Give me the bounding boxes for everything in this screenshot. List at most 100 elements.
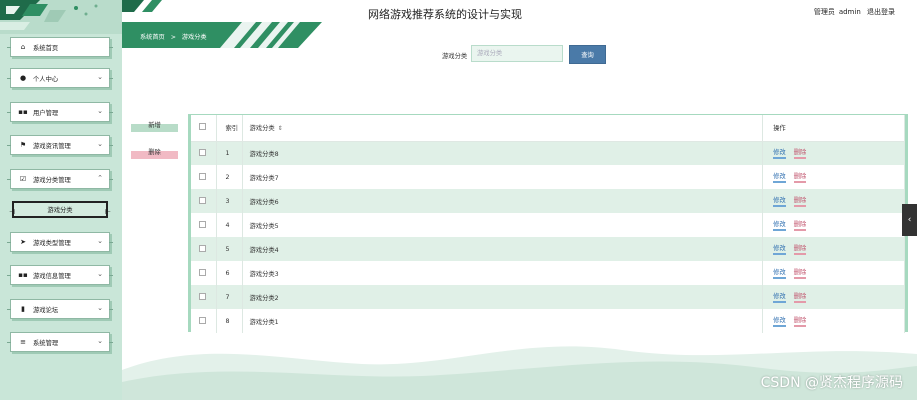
sidebar-item[interactable]: ⌂ 系统首页 [7, 37, 113, 57]
grid-icon: ▪▪ [18, 108, 28, 116]
row-operations: 修改 删除 [762, 285, 905, 309]
breadcrumb-separator: > [170, 34, 176, 41]
logout-link[interactable]: 退出登录 [867, 8, 895, 16]
delete-link[interactable]: 删除 [793, 147, 807, 160]
select-all-checkbox[interactable] [199, 123, 206, 131]
batch-delete-button-label: 删除 [148, 149, 161, 156]
sidebar-item[interactable]: ▮ 游戏论坛 ⌄ [7, 299, 113, 319]
edit-link[interactable]: 修改 [773, 147, 786, 160]
sidebar-item-decoration [7, 242, 11, 243]
delete-link[interactable]: 删除 [793, 243, 807, 255]
edit-link[interactable]: 修改 [773, 267, 786, 279]
row-operations: 修改 删除 [762, 189, 905, 213]
row-index: 3 [216, 189, 244, 213]
edit-link[interactable]: 修改 [773, 219, 786, 231]
row-checkbox[interactable] [199, 220, 206, 228]
table-row: 1 游戏分类8 修改 删除 [191, 141, 905, 165]
send-icon: ➤ [20, 238, 26, 246]
edit-link[interactable]: 修改 [773, 291, 786, 303]
search-label: 游戏分类 [442, 53, 468, 60]
sidebar-item-decoration [7, 47, 11, 48]
row-index: 4 [216, 213, 244, 237]
row-checkbox[interactable] [199, 148, 206, 156]
edit-link[interactable]: 修改 [773, 171, 786, 183]
row-checkbox[interactable] [199, 268, 206, 276]
sidebar-item[interactable]: ● 个人中心 ⌄ [7, 68, 113, 88]
row-checkbox-cell [191, 237, 218, 261]
row-operations: 修改 删除 [762, 261, 905, 285]
row-index: 6 [216, 261, 244, 285]
row-checkbox-cell [191, 261, 218, 285]
row-index: 5 [216, 237, 244, 261]
breadcrumb: 系统首页 > 游戏分类 [140, 32, 211, 41]
row-category: 游戏分类3 [242, 261, 764, 285]
sidebar-item-decoration [109, 145, 113, 146]
add-button-label: 新增 [148, 122, 161, 129]
flag-icon: ⚑ [19, 141, 27, 149]
breadcrumb-home[interactable]: 系统首页 [140, 34, 165, 41]
batch-delete-button[interactable]: 删除 [131, 149, 178, 159]
table-header-row: 索引 游戏分类 ⇕ 操作 [191, 115, 905, 142]
sidebar-item[interactable]: ➤ 游戏类型管理 ⌄ [7, 232, 113, 252]
row-checkbox[interactable] [199, 316, 206, 324]
delete-link[interactable]: 删除 [793, 195, 807, 207]
search-button[interactable]: 查询 [569, 45, 606, 64]
username: admin [838, 8, 861, 16]
data-table: 索引 游戏分类 ⇕ 操作 1 游戏分类8 修改 删除 2 游戏分类7 修改 删除 3 游戏分类6 修改… [188, 114, 908, 333]
row-checkbox[interactable] [199, 172, 206, 180]
row-index: 2 [216, 165, 244, 189]
header-index: 索引 [216, 115, 244, 142]
sidebar-item-decoration [7, 112, 11, 113]
row-operations: 修改 删除 [762, 141, 905, 165]
table-row: 2 游戏分类7 修改 删除 [191, 165, 905, 189]
sidebar-item-label: 用户管理 [33, 109, 59, 117]
sidebar-item-decoration [7, 342, 11, 343]
user-info: 管理员 admin 退出登录 [810, 7, 895, 17]
sidebar-subitem-game-category[interactable]: ⊣ 游戏分类 ⊢ [9, 201, 111, 218]
sidebar-item[interactable]: ▪▪ 游戏信息管理 ⌄ [7, 265, 113, 285]
add-button[interactable]: 新增 [131, 122, 178, 132]
delete-link[interactable]: 删除 [793, 315, 807, 327]
row-category: 游戏分类6 [242, 189, 764, 213]
sidebar-item[interactable]: ☑ 游戏分类管理 ⌃ [7, 169, 113, 189]
sidebar-item-decoration [7, 275, 11, 276]
table-row: 7 游戏分类2 修改 删除 [191, 285, 905, 309]
sort-icon[interactable]: ⇕ [278, 125, 283, 132]
row-checkbox-cell [191, 165, 218, 189]
collapse-panel-handle[interactable]: ‹ [902, 204, 917, 236]
row-checkbox[interactable] [199, 196, 206, 204]
row-checkbox-cell [191, 285, 218, 309]
row-checkbox-cell [191, 213, 218, 237]
header-operations: 操作 [762, 115, 905, 142]
user-role: 管理员 [813, 8, 835, 16]
row-operations: 修改 删除 [762, 237, 905, 261]
row-operations: 修改 删除 [762, 213, 905, 237]
chevron-down-icon: ⌄ [97, 73, 103, 81]
table-row: 5 游戏分类4 修改 删除 [191, 237, 905, 261]
edit-link[interactable]: 修改 [773, 195, 786, 207]
row-category: 游戏分类8 [242, 141, 764, 165]
header-category-label: 游戏分类 [249, 125, 275, 133]
delete-link[interactable]: 删除 [793, 291, 807, 303]
select-all-cell [191, 115, 218, 142]
edit-link[interactable]: 修改 [773, 315, 786, 327]
row-checkbox[interactable] [199, 292, 206, 300]
sidebar-item[interactable]: ▪▪ 用户管理 ⌄ [7, 102, 113, 122]
delete-link[interactable]: 删除 [793, 219, 807, 231]
watermark: CSDN @贤杰程序源码 [760, 375, 903, 391]
header-category[interactable]: 游戏分类 ⇕ [242, 115, 764, 142]
table-row: 3 游戏分类6 修改 删除 [191, 189, 905, 213]
sidebar-item[interactable]: ⚑ 游戏资讯管理 ⌄ [7, 135, 113, 155]
table-row: 4 游戏分类5 修改 删除 [191, 213, 905, 237]
search-input[interactable] [471, 45, 563, 62]
edit-link[interactable]: 修改 [773, 243, 786, 255]
delete-link[interactable]: 删除 [793, 171, 807, 183]
chevron-left-icon: ‹ [907, 215, 912, 225]
home-icon: ⌂ [20, 43, 26, 51]
arrow-right-icon: ⊢ [104, 208, 111, 216]
delete-link[interactable]: 删除 [793, 267, 807, 279]
row-checkbox[interactable] [199, 244, 206, 252]
row-category: 游戏分类2 [242, 285, 764, 309]
sidebar-item[interactable]: ≡ 系统管理 ⌄ [7, 332, 113, 352]
chevron-down-icon: ⌄ [97, 304, 103, 312]
